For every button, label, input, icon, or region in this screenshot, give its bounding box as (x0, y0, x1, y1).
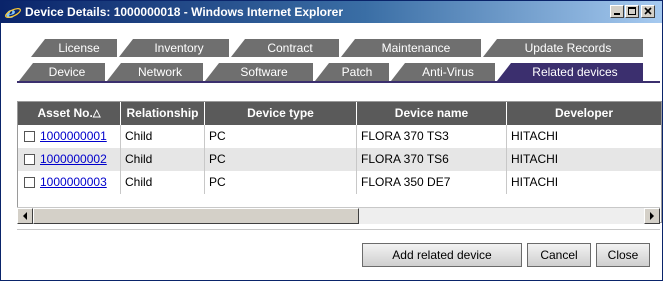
button-label: Add related device (392, 248, 492, 262)
tab-inventory[interactable]: Inventory (119, 39, 229, 57)
minimize-button[interactable] (610, 5, 624, 18)
column-header-label: Developer (554, 106, 614, 120)
device-name-cell: FLORA 370 TS3 (357, 125, 507, 148)
scroll-right-button[interactable] (644, 208, 660, 224)
column-header-relationship[interactable]: Relationship (121, 102, 205, 125)
maximize-icon (628, 7, 636, 15)
device-type-cell: PC (205, 148, 357, 171)
button-label: Close (607, 248, 639, 262)
button-label: Cancel (540, 248, 578, 262)
column-header-device-type[interactable]: Device type (205, 102, 357, 125)
tab-underline (17, 81, 660, 83)
title-bar[interactable]: e Device Details: 1000000018 - Windows I… (1, 1, 662, 23)
tab-label: Anti-Virus (422, 65, 474, 79)
minimize-icon (614, 13, 620, 15)
column-header-label: Asset No. (37, 106, 93, 120)
tab-label: Related devices (532, 65, 618, 79)
tab-label: License (58, 41, 100, 55)
arrow-left-icon (23, 212, 27, 220)
tab-license[interactable]: License (31, 39, 117, 57)
column-header-label: Device name (394, 106, 469, 120)
sort-ascending-icon: △ (92, 108, 101, 119)
asset-no-link[interactable]: 1000000002 (40, 148, 107, 171)
developer-cell: HITACHI (511, 129, 559, 143)
browser-window: e Device Details: 1000000018 - Windows I… (0, 0, 663, 281)
tab-update-records[interactable]: Update Records (483, 39, 643, 57)
close-window-button[interactable] (641, 5, 655, 18)
tab-label: Software (240, 65, 288, 79)
column-header-device-name[interactable]: Device name (357, 102, 507, 125)
divider (17, 229, 660, 230)
add-related-device-button[interactable]: Add related device (362, 243, 522, 267)
asset-no-link[interactable]: 1000000003 (40, 171, 107, 194)
column-header-asset-no[interactable]: Asset No.△ (18, 102, 121, 125)
arrow-right-icon (650, 212, 654, 220)
maximize-button[interactable] (625, 5, 639, 18)
column-header-label: Device type (247, 106, 314, 120)
tab-label: Contract (267, 41, 313, 55)
row-checkbox[interactable] (24, 154, 35, 165)
table-row: 1000000001 Child PC FLORA 370 TS3 HITACH… (18, 125, 661, 148)
relationship-cell: Child (121, 148, 205, 171)
asset-cell: 1000000002 (18, 148, 121, 171)
tab-label: Inventory (154, 41, 204, 55)
table-row: 1000000003 Child PC FLORA 350 DE7 HITACH… (18, 171, 661, 194)
related-devices-table: Asset No.△ Relationship Device type Devi… (17, 101, 662, 223)
column-header-developer[interactable]: Developer (507, 102, 661, 125)
tab-label: Patch (341, 65, 373, 79)
row-checkbox[interactable] (24, 177, 35, 188)
close-icon (644, 7, 652, 15)
relationship-cell: Child (121, 125, 205, 148)
device-type-cell: PC (205, 171, 357, 194)
tab-maintenance[interactable]: Maintenance (341, 39, 481, 57)
tab-network[interactable]: Network (107, 63, 203, 81)
internet-explorer-icon: e (5, 4, 21, 20)
tab-contract[interactable]: Contract (231, 39, 339, 57)
scrollbar-thumb[interactable] (33, 208, 359, 224)
cancel-button[interactable]: Cancel (527, 243, 591, 267)
relationship-cell: Child (121, 171, 205, 194)
asset-cell: 1000000003 (18, 171, 121, 194)
device-type-cell: PC (205, 125, 357, 148)
tab-label: Device (48, 65, 86, 79)
tab-device[interactable]: Device (19, 63, 105, 81)
tab-related-devices[interactable]: Related devices (497, 63, 643, 81)
close-button[interactable]: Close (596, 243, 650, 267)
window-title: Device Details: 1000000018 - Windows Int… (25, 5, 344, 19)
column-header-label: Relationship (126, 106, 199, 120)
tab-label: Maintenance (381, 41, 451, 55)
tab-patch[interactable]: Patch (315, 63, 389, 81)
row-checkbox[interactable] (24, 131, 35, 142)
tab-anti-virus[interactable]: Anti-Virus (391, 63, 495, 81)
tab-label: Update Records (524, 41, 612, 55)
horizontal-scrollbar[interactable] (17, 207, 660, 224)
device-name-cell: FLORA 370 TS6 (357, 148, 507, 171)
device-name-cell: FLORA 350 DE7 (357, 171, 507, 194)
scroll-left-button[interactable] (17, 208, 33, 224)
asset-cell: 1000000001 (18, 125, 121, 148)
tab-label: Network (137, 65, 182, 79)
table-row: 1000000002 Child PC FLORA 370 TS6 HITACH… (18, 148, 661, 171)
asset-no-link[interactable]: 1000000001 (40, 125, 107, 148)
tab-software[interactable]: Software (205, 63, 313, 81)
developer-cell: HITACHI (511, 175, 559, 189)
developer-cell: HITACHI (511, 152, 559, 166)
